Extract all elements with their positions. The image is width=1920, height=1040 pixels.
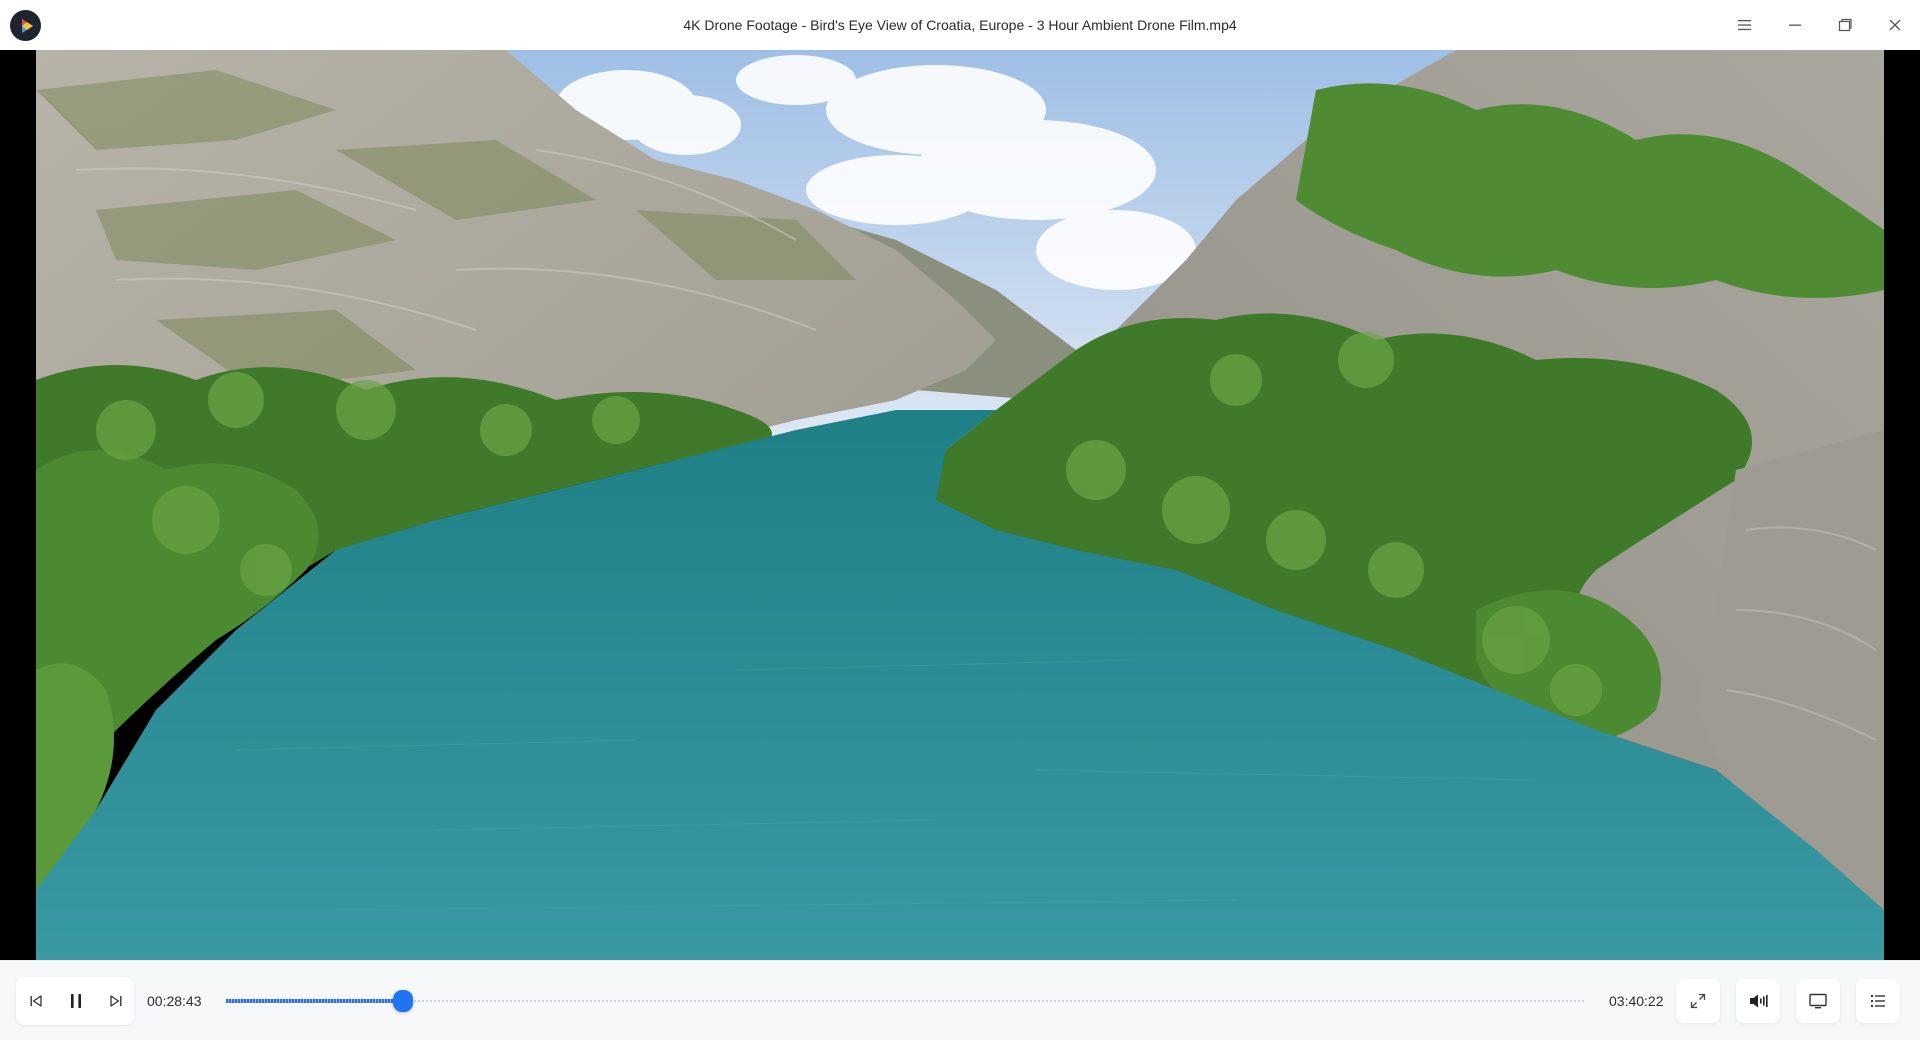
screen-cast-icon[interactable] — [1796, 979, 1840, 1023]
title-bar[interactable]: 4K Drone Footage - Bird's Eye View of Cr… — [0, 0, 1920, 50]
volume-icon[interactable] — [1736, 979, 1780, 1023]
restore-icon[interactable] — [1820, 0, 1870, 50]
minimize-icon[interactable] — [1770, 0, 1820, 50]
video-player-window: 4K Drone Footage - Bird's Eye View of Cr… — [0, 0, 1920, 1040]
current-time: 00:28:43 — [147, 993, 202, 1009]
progress-fill — [226, 999, 403, 1003]
video-viewport[interactable] — [0, 50, 1920, 960]
progress-slider[interactable] — [226, 987, 1586, 1015]
progress-track — [226, 1000, 1586, 1002]
window-title: 4K Drone Footage - Bird's Eye View of Cr… — [683, 17, 1237, 33]
playlist-icon[interactable] — [1856, 979, 1900, 1023]
close-icon[interactable] — [1870, 0, 1920, 50]
video-frame — [36, 50, 1884, 960]
progress-handle[interactable] — [393, 990, 413, 1012]
total-time: 03:40:22 — [1609, 993, 1664, 1009]
hamburger-menu-icon[interactable] — [1720, 0, 1770, 50]
fullscreen-icon[interactable] — [1676, 979, 1720, 1023]
skip-next-icon[interactable] — [98, 981, 134, 1021]
pause-icon[interactable] — [56, 981, 96, 1021]
player-logo-icon[interactable] — [10, 10, 41, 41]
control-bar: 00:28:43 03:40:22 — [0, 960, 1920, 1040]
skip-previous-icon[interactable] — [18, 981, 54, 1021]
